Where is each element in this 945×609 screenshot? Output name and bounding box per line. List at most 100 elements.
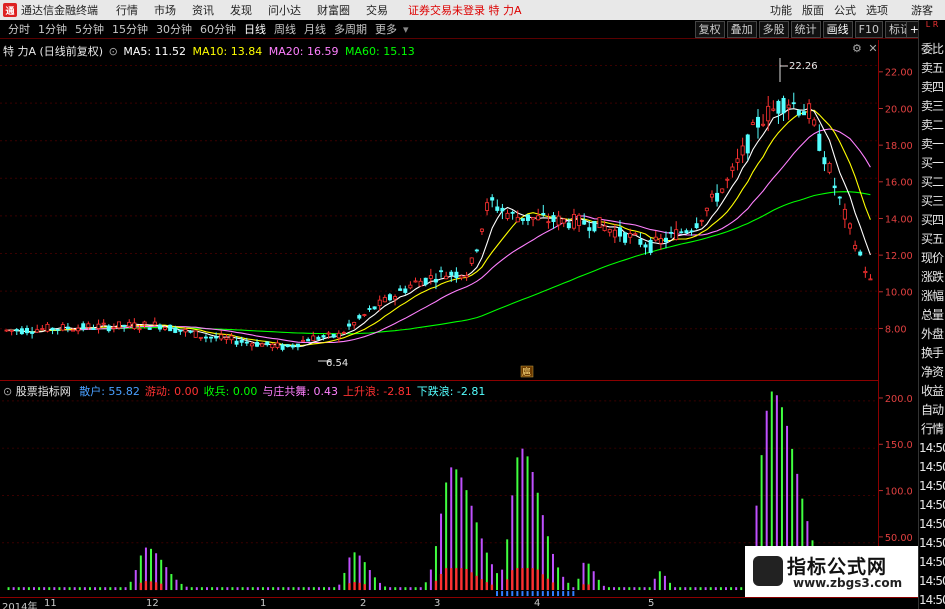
period-weekly[interactable]: 周线 (274, 21, 296, 37)
indicator-tick-2: 100.0 (885, 486, 913, 497)
candle-body (740, 145, 745, 156)
low-price-label: 6.54 (326, 358, 348, 369)
period-monthly[interactable]: 月线 (304, 21, 326, 37)
menu-function[interactable]: 功能 (770, 2, 792, 18)
sidebar-item-0[interactable]: 委比 (919, 40, 945, 59)
sidebar-toggle[interactable]: L R (919, 20, 945, 40)
candle-body (525, 214, 530, 221)
candle-body (71, 329, 76, 332)
candle-body (556, 215, 561, 226)
menu-trade[interactable]: 交易 (366, 2, 388, 18)
candle-body (863, 271, 868, 274)
menu-formula[interactable]: 公式 (834, 2, 856, 18)
sidebar-item-26[interactable]: 14:50 (919, 534, 945, 553)
candle-body (597, 217, 602, 229)
candle-body (9, 329, 14, 332)
candle-body (832, 185, 837, 189)
sidebar-item-19[interactable]: 自动 (919, 401, 945, 420)
candle-body (163, 326, 168, 330)
period-toolbar: 分时 1分钟 5分钟 15分钟 30分钟 60分钟 日线 周线 月线 多周期 更… (0, 20, 945, 39)
time-label-4: 4 (534, 598, 541, 609)
menu-news[interactable]: 资讯 (192, 2, 214, 18)
menu-market[interactable]: 市场 (154, 2, 176, 18)
time-label-5: 5 (648, 598, 655, 609)
high-annotation: 22.26 (779, 58, 818, 82)
sidebar-item-28[interactable]: 14:50 (919, 572, 945, 591)
candle-body (807, 103, 812, 119)
sidebar-item-27[interactable]: 14:50 (919, 553, 945, 572)
sidebar-item-3[interactable]: 卖三 (919, 97, 945, 116)
candle-body (178, 329, 183, 332)
sidebar-item-10[interactable]: 买五 (919, 230, 945, 249)
menu-quotes[interactable]: 行情 (116, 2, 138, 18)
sidebar-item-21[interactable]: 14:50 (919, 439, 945, 458)
sidebar-item-25[interactable]: 14:50 (919, 515, 945, 534)
low-annotation: 6.54 (318, 358, 348, 369)
sidebar-item-1[interactable]: 卖五 (919, 59, 945, 78)
sidebar-item-2[interactable]: 卖四 (919, 78, 945, 97)
candle-body (561, 218, 566, 224)
sidebar-item-13[interactable]: 涨幅 (919, 287, 945, 306)
restore-rights-button[interactable]: 复权 (694, 21, 725, 38)
candle-body (444, 275, 449, 280)
sidebar-item-18[interactable]: 收益 (919, 382, 945, 401)
overlay-button[interactable]: 叠加 (726, 21, 757, 38)
candle-body (541, 213, 546, 216)
candle-body (500, 207, 505, 212)
guest-user[interactable]: 游客 (911, 2, 933, 18)
draw-line-button[interactable]: 画线 (822, 21, 853, 38)
statistics-button[interactable]: 统计 (790, 21, 821, 38)
period-15min[interactable]: 15分钟 (112, 21, 148, 37)
chevron-down-icon[interactable]: ▾ (403, 23, 409, 36)
candle-body (571, 214, 576, 229)
candle-body (147, 327, 152, 330)
candle-body (316, 336, 321, 340)
menu-layout[interactable]: 版面 (802, 2, 824, 18)
period-1min[interactable]: 1分钟 (38, 21, 67, 37)
sidebar-item-4[interactable]: 卖二 (919, 116, 945, 135)
candle-body (715, 192, 720, 202)
sidebar-item-23[interactable]: 14:50 (919, 477, 945, 496)
sidebar-item-12[interactable]: 涨跌 (919, 268, 945, 287)
menu-wealth[interactable]: 财富圈 (317, 2, 350, 18)
sidebar-item-24[interactable]: 14:50 (919, 496, 945, 515)
sidebar-item-16[interactable]: 换手 (919, 344, 945, 363)
menu-ask[interactable]: 问小达 (268, 2, 301, 18)
period-60min[interactable]: 60分钟 (200, 21, 236, 37)
event-marker[interactable]: 扈 (520, 365, 534, 378)
candle-body (229, 335, 234, 341)
candle-body (198, 336, 203, 339)
sidebar-item-29[interactable]: 14:50 (919, 591, 945, 609)
candle-body (193, 330, 198, 338)
sidebar-item-17[interactable]: 净资 (919, 363, 945, 382)
period-daily[interactable]: 日线 (244, 21, 266, 37)
menu-discover[interactable]: 发现 (230, 2, 252, 18)
period-multi[interactable]: 多周期 (334, 21, 367, 37)
sidebar-item-22[interactable]: 14:50 (919, 458, 945, 477)
menu-options[interactable]: 选项 (866, 2, 888, 18)
sidebar-item-14[interactable]: 总量 (919, 306, 945, 325)
candlestick-chart[interactable]: 22.26 6.54 扈 (0, 40, 878, 378)
candle-body (117, 321, 122, 329)
period-more[interactable]: 更多 (375, 21, 397, 37)
sidebar-item-9[interactable]: 买四 (919, 211, 945, 230)
trade-login-notice[interactable]: 证券交易未登录 特 力A (408, 2, 522, 18)
candle-body (209, 336, 214, 339)
candle-body (188, 330, 193, 333)
sidebar-item-8[interactable]: 买三 (919, 192, 945, 211)
candles (4, 92, 873, 352)
sidebar-item-11[interactable]: 现价 (919, 249, 945, 268)
sidebar-item-5[interactable]: 卖一 (919, 135, 945, 154)
period-30min[interactable]: 30分钟 (156, 21, 192, 37)
candle-body (781, 97, 786, 114)
period-5min[interactable]: 5分钟 (75, 21, 104, 37)
sidebar-item-15[interactable]: 外盘 (919, 325, 945, 344)
candle-body (295, 343, 300, 348)
sidebar-item-20[interactable]: 行情 (919, 420, 945, 439)
candle-body (183, 329, 188, 333)
period-intraday[interactable]: 分时 (8, 21, 30, 37)
sidebar-item-6[interactable]: 买一 (919, 154, 945, 173)
f10-button[interactable]: F10 (854, 21, 883, 38)
sidebar-item-7[interactable]: 买二 (919, 173, 945, 192)
multi-stock-button[interactable]: 多股 (758, 21, 789, 38)
